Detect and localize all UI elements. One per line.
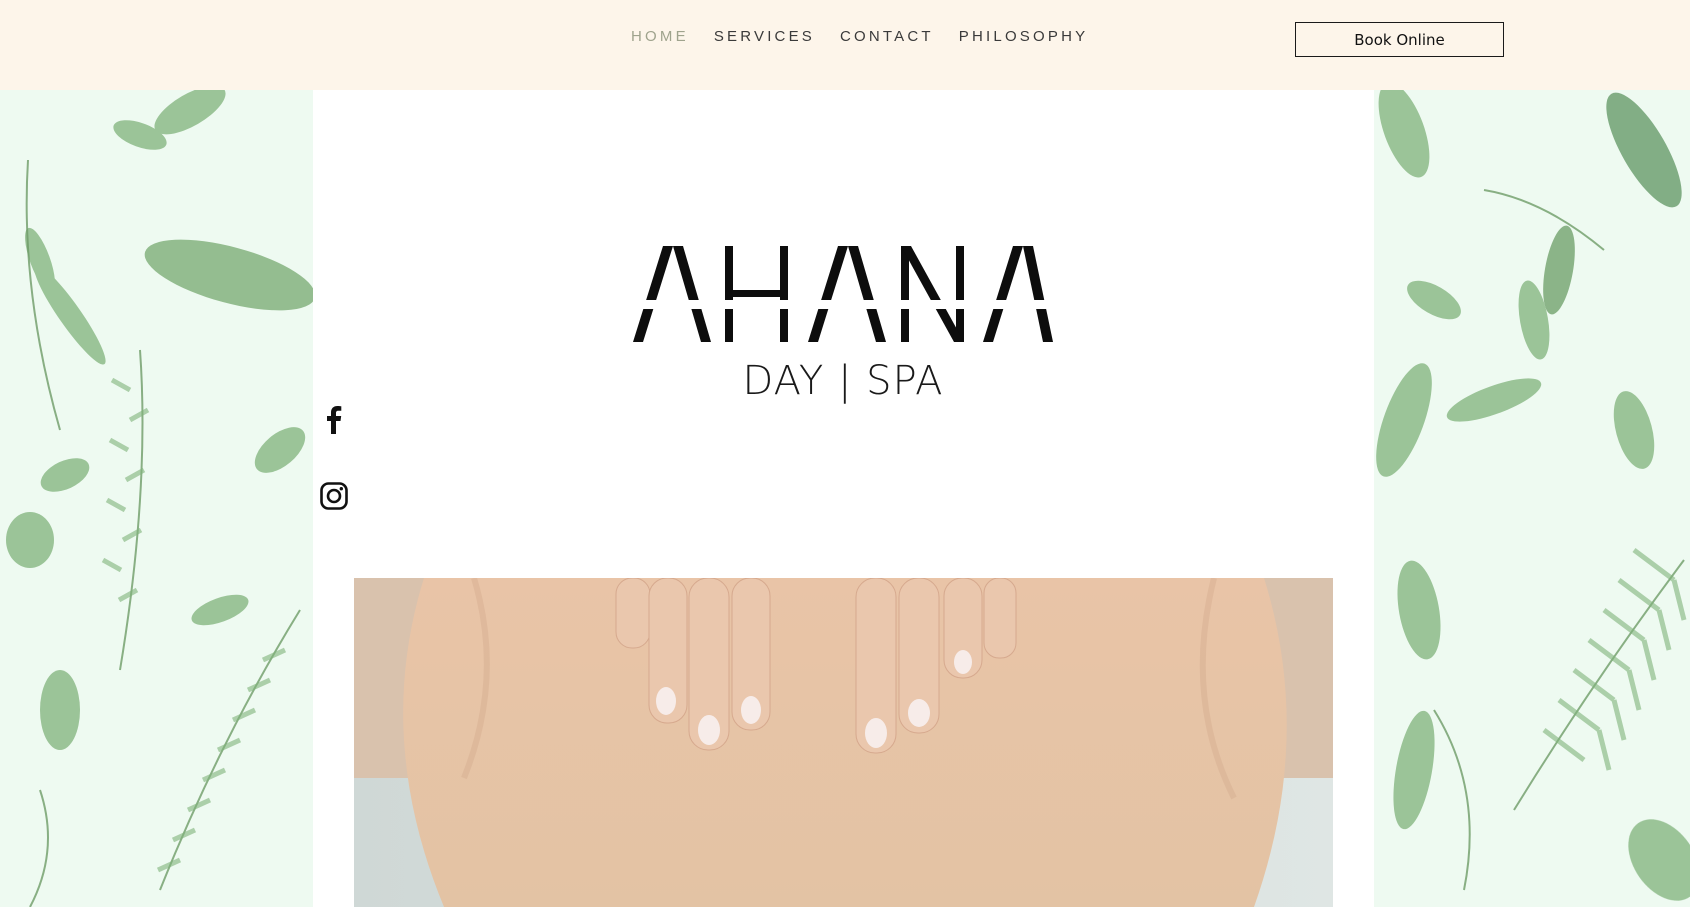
hero-image-massage — [354, 578, 1333, 907]
massage-photo — [354, 578, 1333, 907]
leaf-pattern-right — [1376, 90, 1690, 901]
ahana-logo: DAY | SPA — [633, 240, 1053, 440]
main-content: DAY | SPA — [313, 90, 1374, 907]
nav-link-philosophy[interactable]: PHILOSOPHY — [959, 28, 1089, 45]
leaf-pattern-left — [6, 90, 313, 907]
nav-link-contact[interactable]: CONTACT — [840, 28, 934, 45]
facebook-icon[interactable] — [319, 404, 349, 434]
logo-tagline: DAY | SPA — [742, 358, 944, 404]
book-online-button[interactable]: Book Online — [1295, 22, 1504, 57]
nav-link-services[interactable]: SERVICES — [714, 28, 815, 45]
instagram-icon[interactable] — [319, 481, 349, 511]
top-navigation-bar: HOME SERVICES CONTACT PHILOSOPHY Book On… — [0, 0, 1690, 90]
nav-link-home[interactable]: HOME — [631, 28, 689, 45]
right-leaf-background — [1374, 90, 1690, 907]
main-nav: HOME SERVICES CONTACT PHILOSOPHY — [631, 28, 1113, 45]
logo-wordmark — [633, 246, 1053, 342]
left-leaf-background — [0, 90, 313, 907]
